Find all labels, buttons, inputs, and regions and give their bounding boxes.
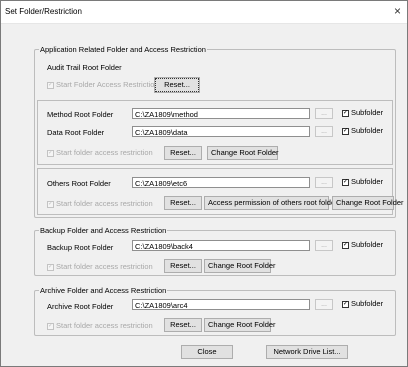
backup-subfolder-label: Subfolder [351, 240, 384, 249]
data-root-label: Data Root Folder [47, 128, 105, 137]
others-subfolder-label: Subfolder [351, 177, 384, 186]
others-permission-button[interactable]: Access permission of others root folder.… [204, 196, 343, 210]
backup-group-title: Backup Folder and Access Restriction [39, 226, 168, 235]
audit-root-label: Audit Trail Root Folder [47, 63, 122, 72]
archive-restriction-row: ✓ Start folder access restriction [47, 321, 153, 330]
backup-root-field[interactable]: C:\ZA1809\back4 [132, 240, 310, 251]
backup-change-root-button[interactable]: Change Root Folder [204, 259, 276, 273]
backup-subfolder-checkbox[interactable]: ✓ [342, 241, 349, 249]
backup-root-label: Backup Root Folder [47, 243, 114, 252]
others-restriction-row: ✓ Start folder access restriction [47, 199, 153, 208]
archive-root-field[interactable]: C:\ZA1809\arc4 [132, 299, 310, 310]
data-subfolder-checkbox[interactable]: ✓ [342, 127, 349, 135]
others-restriction-label: Start folder access restriction [56, 199, 153, 208]
app-group-title: Application Related Folder and Access Re… [39, 45, 207, 54]
backup-browse-button[interactable]: ... [315, 240, 333, 251]
others-change-root-button[interactable]: Change Root Folder [332, 196, 404, 210]
method-root-field[interactable]: C:\ZA1809\method [132, 108, 310, 119]
data-restriction-label: Start folder access restriction [56, 148, 153, 157]
method-subfolder-label: Subfolder [351, 108, 384, 117]
data-browse-button[interactable]: ... [315, 126, 333, 137]
archive-root-label: Archive Root Folder [47, 302, 114, 311]
method-browse-button[interactable]: ... [315, 108, 333, 119]
others-subfolder-row: ✓ Subfolder [342, 177, 383, 186]
others-reset-button[interactable]: Reset... [164, 196, 202, 210]
data-reset-button[interactable]: Reset... [164, 146, 202, 160]
data-subfolder-label: Subfolder [351, 126, 384, 135]
dialog-window: Set Folder/Restriction × Application Rel… [0, 0, 408, 367]
archive-subfolder-row: ✓ Subfolder [342, 299, 383, 308]
network-drive-list-button[interactable]: Network Drive List... [266, 345, 348, 359]
others-subfolder-checkbox[interactable]: ✓ [342, 178, 349, 186]
backup-reset-button[interactable]: Reset... [164, 259, 202, 273]
data-change-root-button[interactable]: Change Root Folder [207, 146, 279, 160]
others-root-field[interactable]: C:\ZA1809\etc6 [132, 177, 310, 188]
others-browse-button[interactable]: ... [315, 177, 333, 188]
method-subfolder-checkbox[interactable]: ✓ [342, 109, 349, 117]
archive-subfolder-checkbox[interactable]: ✓ [342, 300, 349, 308]
backup-restriction-label: Start folder access restriction [56, 262, 153, 271]
audit-restriction-row: ✓ Start Folder Access Restriction [47, 80, 159, 89]
backup-restriction-row: ✓ Start folder access restriction [47, 262, 153, 271]
backup-restriction-checkbox[interactable]: ✓ [47, 263, 54, 271]
data-subfolder-row: ✓ Subfolder [342, 126, 383, 135]
audit-restriction-checkbox[interactable]: ✓ [47, 81, 54, 89]
close-icon[interactable]: × [394, 4, 401, 18]
dialog-title: Set Folder/Restriction [5, 7, 82, 16]
title-bar: Set Folder/Restriction × [1, 1, 407, 24]
audit-restriction-label: Start Folder Access Restriction [56, 80, 159, 89]
method-subfolder-row: ✓ Subfolder [342, 108, 383, 117]
method-root-label: Method Root Folder [47, 110, 114, 119]
archive-change-root-button[interactable]: Change Root Folder [204, 318, 276, 332]
backup-subfolder-row: ✓ Subfolder [342, 240, 383, 249]
close-button[interactable]: Close [181, 345, 233, 359]
archive-reset-button[interactable]: Reset... [164, 318, 202, 332]
archive-subfolder-label: Subfolder [351, 299, 384, 308]
others-restriction-checkbox[interactable]: ✓ [47, 200, 54, 208]
archive-group-title: Archive Folder and Access Restriction [39, 286, 168, 295]
data-root-field[interactable]: C:\ZA1809\data [132, 126, 310, 137]
archive-browse-button[interactable]: ... [315, 299, 333, 310]
archive-restriction-label: Start folder access restriction [56, 321, 153, 330]
data-restriction-row: ✓ Start folder access restriction [47, 148, 153, 157]
data-restriction-checkbox[interactable]: ✓ [47, 149, 54, 157]
archive-restriction-checkbox[interactable]: ✓ [47, 322, 54, 330]
others-root-label: Others Root Folder [47, 179, 111, 188]
audit-reset-button[interactable]: Reset... [154, 77, 200, 93]
